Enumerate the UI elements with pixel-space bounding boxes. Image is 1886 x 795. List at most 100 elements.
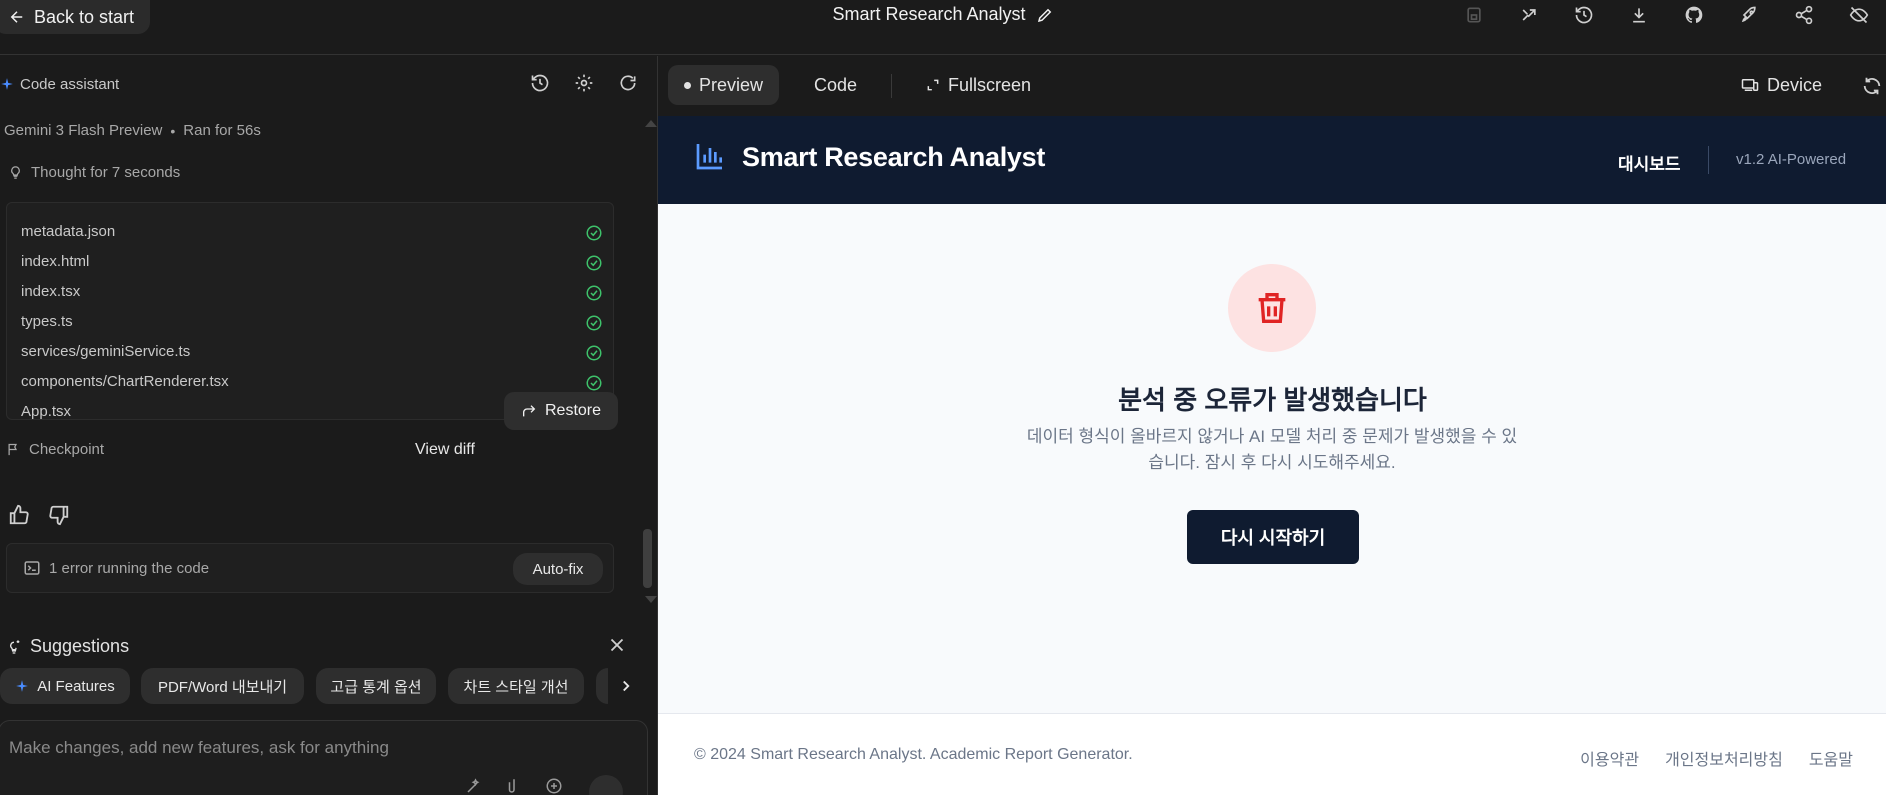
separator-dot: •: [170, 122, 176, 139]
nav-divider: [1708, 146, 1709, 174]
check-circle-icon: [586, 375, 602, 391]
trash-icon: [1258, 293, 1286, 323]
thought-text: Thought for 7 seconds: [31, 164, 181, 181]
restore-button[interactable]: Restore: [504, 392, 618, 430]
error-notice: 1 error running the code Auto-fix: [6, 543, 614, 593]
rocket-icon[interactable]: [1721, 2, 1776, 28]
generated-files-list: metadata.json index.html index.tsx types…: [6, 202, 614, 421]
visibility-off-icon[interactable]: [1831, 2, 1886, 28]
error-title: 분석 중 오류가 발생했습니다: [1118, 385, 1427, 415]
file-item[interactable]: index.html: [21, 253, 605, 273]
nav-dashboard-link[interactable]: 대시보드: [1618, 150, 1681, 175]
footer-link-privacy[interactable]: 개인정보처리방침: [1665, 746, 1783, 770]
history-icon[interactable]: [528, 71, 552, 95]
prompt-tools: [465, 777, 563, 795]
auto-fix-button[interactable]: Auto-fix: [513, 553, 603, 585]
add-circle-icon[interactable]: [545, 777, 563, 795]
suggestions-header: Suggestions: [6, 636, 626, 657]
chip-advanced-stats[interactable]: 고급 통계 옵션: [316, 668, 436, 704]
download-icon[interactable]: [1611, 2, 1666, 28]
restore-icon: [522, 405, 536, 417]
scrollbar-thumb[interactable]: [643, 529, 652, 588]
version-badge: v1.2 AI-Powered: [1736, 151, 1847, 168]
project-title-text: Smart Research Analyst: [832, 4, 1026, 24]
app-name: Smart Research Analyst: [742, 142, 1046, 172]
footer-copyright: © 2024 Smart Research Analyst. Academic …: [694, 746, 1133, 763]
lightbulb-sparkle-icon: [10, 639, 20, 654]
gear-icon[interactable]: [572, 71, 596, 95]
chip-ai-features[interactable]: AI Features: [0, 668, 130, 704]
check-circle-icon: [586, 345, 602, 361]
terminal-icon: [24, 561, 40, 575]
sparkle-icon: [16, 680, 29, 692]
close-icon[interactable]: [606, 634, 628, 656]
save-icon[interactable]: [1446, 2, 1501, 28]
device-selector[interactable]: Device: [1741, 65, 1822, 105]
view-diff-button[interactable]: View diff: [415, 441, 475, 459]
expand-icon: [927, 79, 939, 91]
assistant-header: Code assistant: [0, 71, 640, 97]
model-info: Gemini 3 Flash Preview • Ran for 56s: [4, 122, 261, 139]
chip-pdf-word-export[interactable]: PDF/Word 내보내기: [141, 668, 304, 704]
model-name: Gemini 3 Flash Preview: [4, 122, 163, 139]
chips-next-button[interactable]: [608, 668, 644, 704]
scroll-up-arrow[interactable]: [645, 120, 657, 127]
check-circle-icon: [586, 225, 602, 241]
scroll-down-arrow[interactable]: [645, 596, 657, 603]
code-assistant-panel: Code assistant Gemini 3 Flash Preview • …: [0, 56, 657, 795]
thought-summary[interactable]: Thought for 7 seconds: [8, 164, 180, 181]
github-icon[interactable]: [1666, 2, 1721, 28]
prompt-input[interactable]: [9, 735, 629, 761]
run-duration: Ran for 56s: [183, 122, 261, 139]
tab-fullscreen[interactable]: Fullscreen: [926, 65, 1031, 105]
file-item[interactable]: services/geminiService.ts: [21, 343, 605, 363]
tab-divider: [891, 74, 892, 98]
top-bar: Back to start Smart Research Analyst: [0, 0, 1886, 55]
suggestion-chips: AI Features PDF/Word 내보내기 고급 통계 옵션 차트 스타…: [0, 668, 640, 704]
wand-icon[interactable]: [465, 777, 483, 795]
thumbs-down-icon[interactable]: [48, 504, 70, 526]
restart-button[interactable]: 다시 시작하기: [1187, 510, 1359, 564]
app-header: Smart Research Analyst 대시보드 v1.2 AI-Powe…: [658, 116, 1886, 204]
tab-preview[interactable]: Preview: [668, 65, 780, 105]
paperclip-icon[interactable]: [505, 777, 523, 795]
file-item[interactable]: components/ChartRenderer.tsx: [21, 373, 605, 393]
tab-code[interactable]: Code: [814, 65, 857, 105]
check-circle-icon: [586, 315, 602, 331]
file-item[interactable]: types.ts: [21, 313, 605, 333]
preview-tabs: Preview Code Fullscreen Device: [658, 56, 1886, 116]
rotate-icon[interactable]: [1861, 75, 1883, 97]
sparkle-icon: [1, 78, 13, 90]
branch-icon[interactable]: [1501, 2, 1556, 28]
send-button[interactable]: [589, 775, 623, 795]
pencil-icon[interactable]: [1036, 6, 1054, 24]
error-message: 1 error running the code: [23, 559, 209, 577]
lightbulb-icon: [11, 166, 20, 179]
checkpoint-label: Checkpoint: [6, 441, 104, 458]
footer-link-help[interactable]: 도움말: [1809, 746, 1853, 770]
thumbs-up-icon[interactable]: [8, 504, 30, 526]
chevron-right-icon: [623, 680, 630, 692]
check-circle-icon: [586, 255, 602, 271]
app-footer: © 2024 Smart Research Analyst. Academic …: [658, 713, 1886, 795]
share-icon[interactable]: [1776, 2, 1831, 28]
bar-chart-icon: [696, 144, 722, 170]
devices-icon: [1741, 79, 1759, 91]
error-description: 데이터 형식이 올바르지 않거나 AI 모델 처리 중 문제가 발생했을 수 있…: [1026, 427, 1518, 472]
footer-links: 이용약관 개인정보처리방침 도움말: [1580, 746, 1853, 770]
chip-partial[interactable]: [596, 668, 608, 704]
assistant-title: Code assistant: [20, 75, 120, 93]
chip-chart-style[interactable]: 차트 스타일 개선: [448, 668, 584, 704]
prompt-box: [0, 720, 648, 795]
file-item[interactable]: metadata.json: [21, 223, 605, 243]
file-item[interactable]: index.tsx: [21, 283, 605, 303]
check-circle-icon: [586, 285, 602, 301]
feedback-buttons: [8, 504, 70, 526]
history-icon[interactable]: [1556, 2, 1611, 28]
flag-icon: [8, 443, 18, 456]
preview-panel: Preview Code Fullscreen Device Smart Res…: [657, 56, 1886, 795]
footer-link-terms[interactable]: 이용약관: [1580, 746, 1639, 770]
error-state: 분석 중 오류가 발생했습니다 데이터 형식이 올바르지 않거나 AI 모델 처…: [658, 204, 1886, 713]
active-dot: [684, 81, 691, 89]
refresh-icon[interactable]: [616, 71, 640, 95]
